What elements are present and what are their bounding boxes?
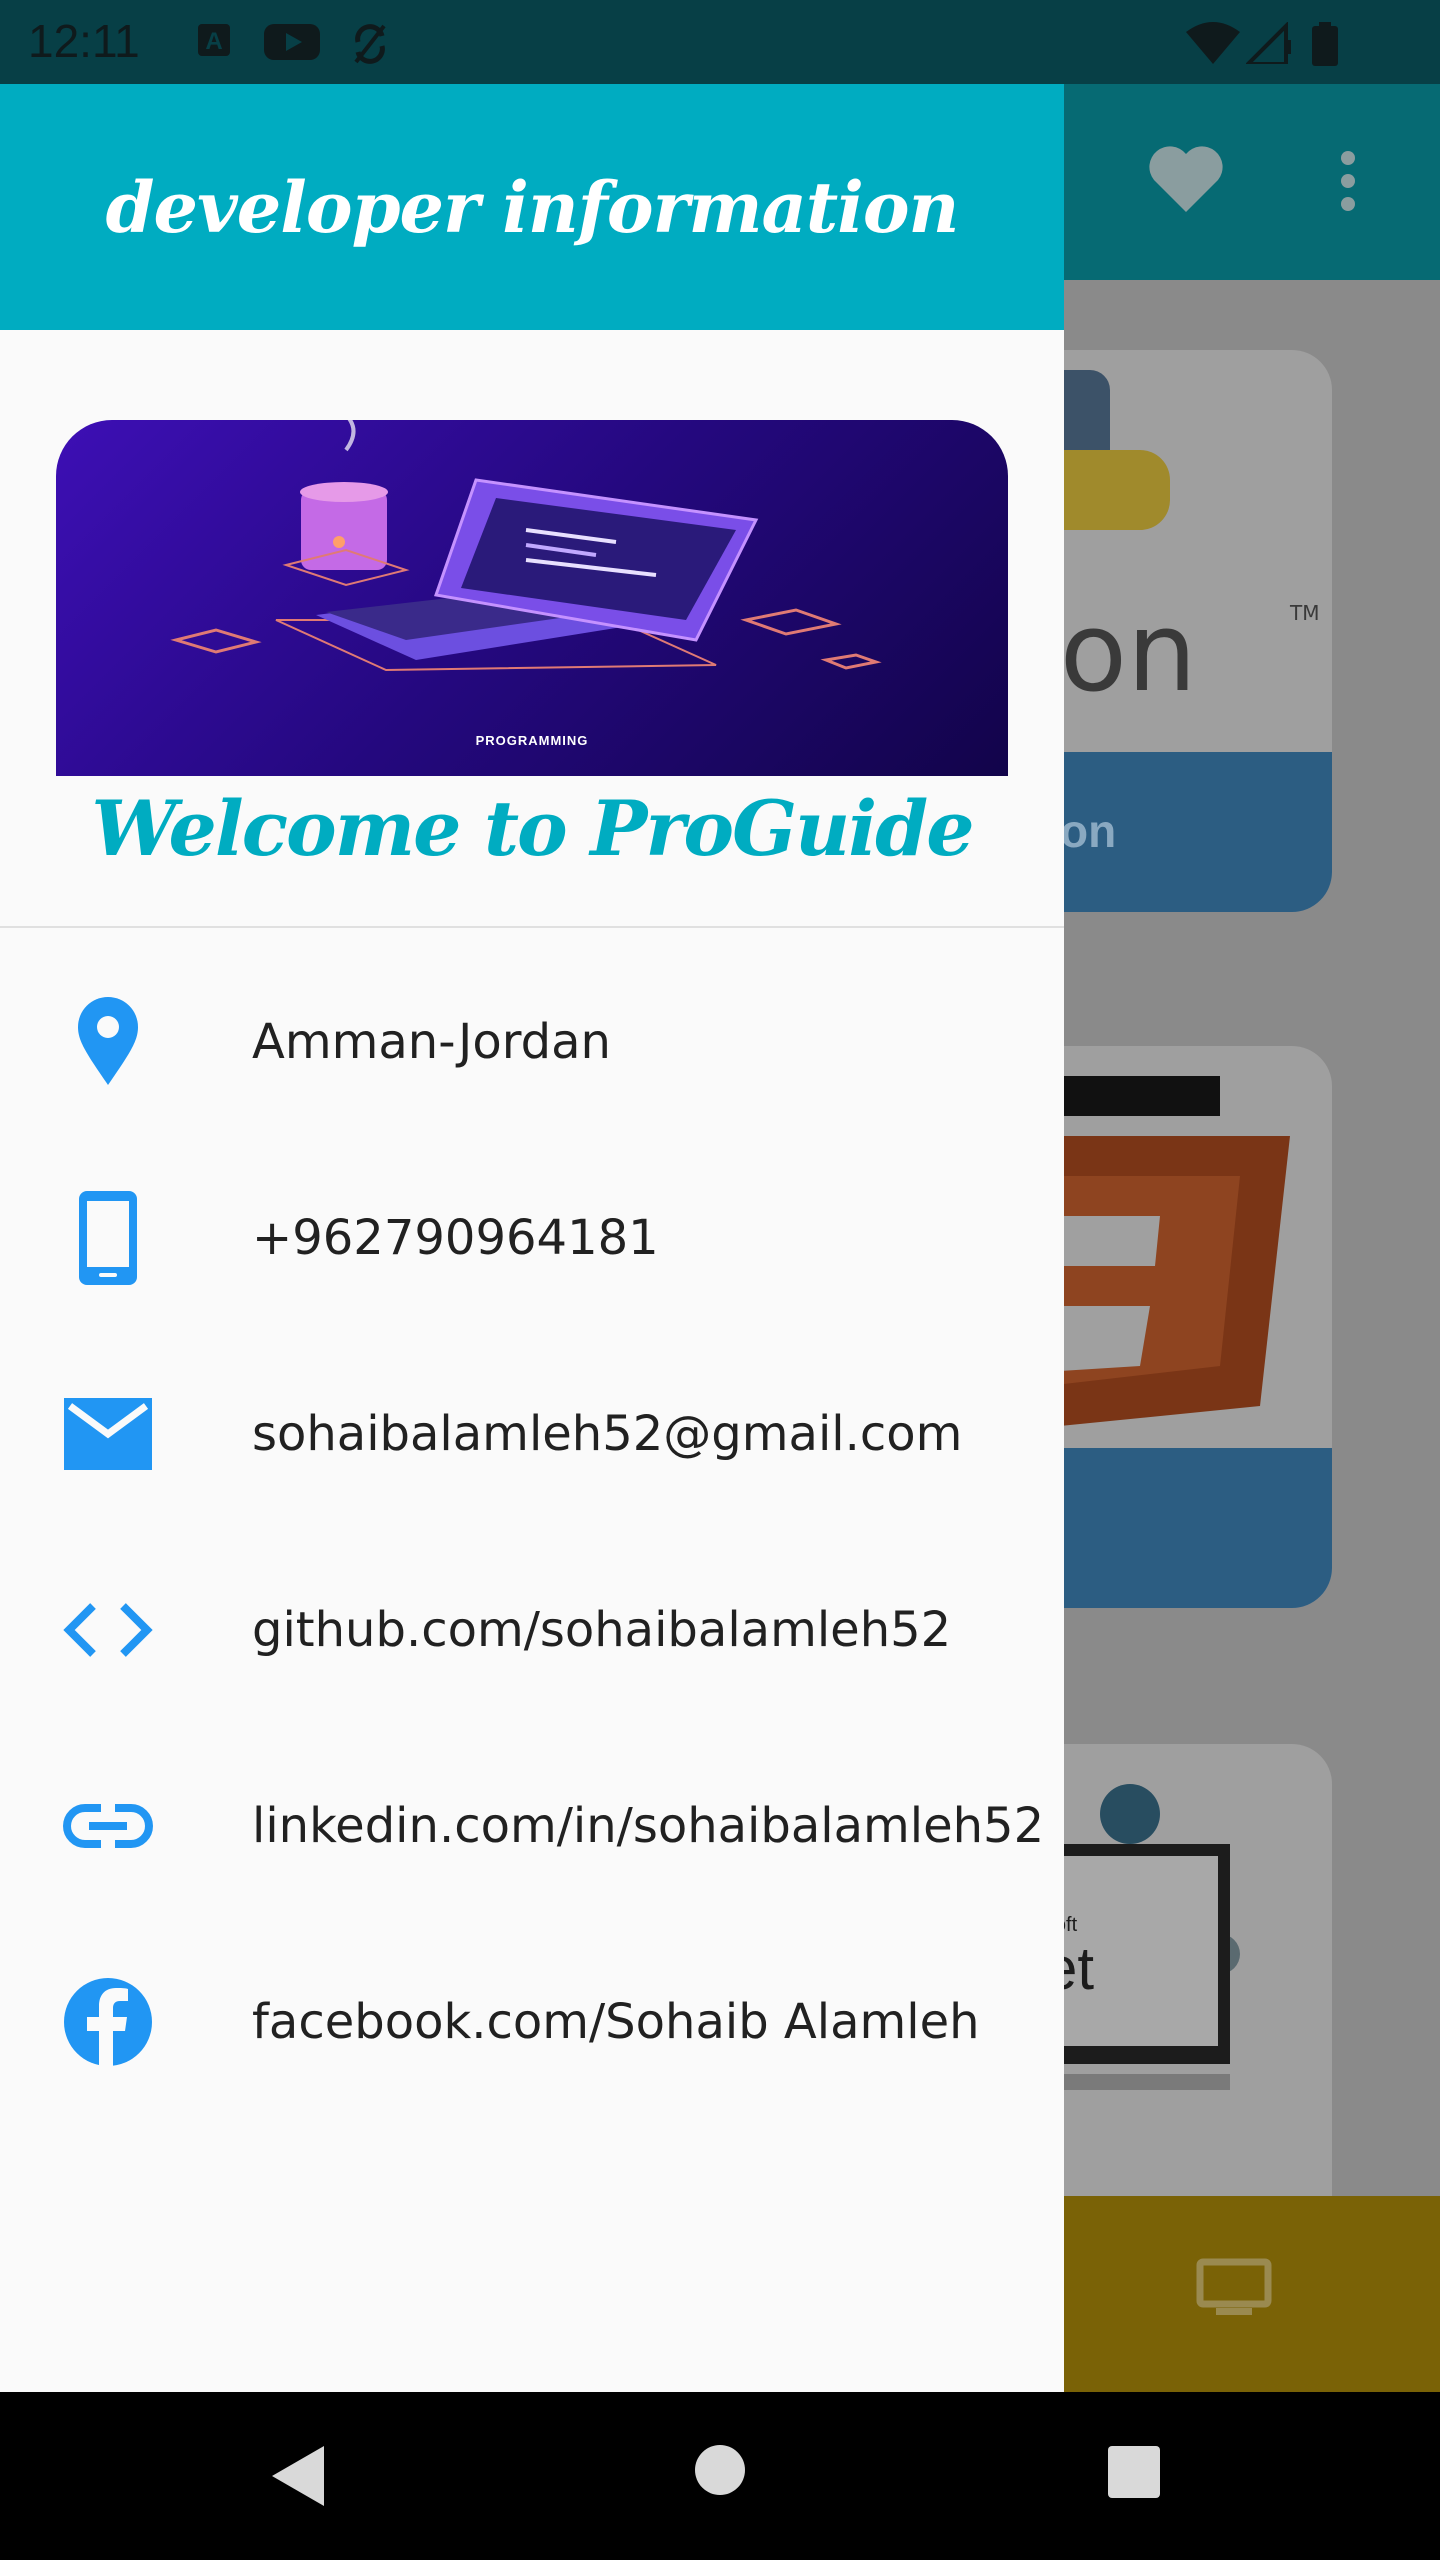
svg-text:TM: TM bbox=[1289, 601, 1319, 625]
location-pin-icon bbox=[60, 994, 156, 1090]
programming-banner-image: PROGRAMMING bbox=[56, 420, 1008, 776]
list-item-github[interactable]: github.com/sohaibalamleh52 bbox=[0, 1532, 1064, 1728]
home-icon[interactable] bbox=[694, 2444, 746, 2501]
drawer-header: developer information bbox=[0, 84, 1064, 330]
list-item-phone[interactable]: +962790964181 bbox=[0, 1140, 1064, 1336]
list-item-location[interactable]: Amman-Jordan bbox=[0, 944, 1064, 1140]
navigation-drawer: developer information PROGRAMMING Welcom… bbox=[0, 84, 1064, 2392]
list-item-facebook[interactable]: facebook.com/Sohaib Alamleh bbox=[0, 1924, 1064, 2120]
list-item-text: sohaibalamleh52@gmail.com bbox=[252, 1406, 963, 1462]
more-vert-icon[interactable] bbox=[1340, 150, 1356, 217]
link-icon bbox=[60, 1778, 156, 1874]
welcome-heading: Welcome to ProGuide bbox=[91, 784, 974, 873]
card-label: on bbox=[1060, 805, 1117, 857]
drawer-title: developer information bbox=[105, 165, 960, 249]
list-item-text: +962790964181 bbox=[252, 1210, 659, 1266]
code-icon bbox=[60, 1582, 156, 1678]
phone-icon bbox=[60, 1190, 156, 1286]
status-bar: 12:11 A bbox=[0, 0, 1440, 84]
a-notification-icon: A bbox=[196, 22, 232, 63]
list-item-text: Amman-Jordan bbox=[252, 1014, 611, 1070]
svg-text:A: A bbox=[205, 28, 222, 55]
laptop-illustration bbox=[170, 420, 882, 672]
list-item-text: linkedin.com/in/sohaibalamleh52 bbox=[252, 1798, 1045, 1854]
tv-icon[interactable] bbox=[1196, 2258, 1272, 2323]
sync-icon bbox=[350, 22, 390, 71]
list-item-linkedin[interactable]: linkedin.com/in/sohaibalamleh52 bbox=[0, 1728, 1064, 1924]
signal-icon bbox=[1243, 21, 1292, 69]
list-item-email[interactable]: sohaibalamleh52@gmail.com bbox=[0, 1336, 1064, 1532]
battery-icon bbox=[1310, 22, 1340, 71]
facebook-icon bbox=[60, 1974, 156, 2070]
back-icon[interactable] bbox=[270, 2444, 326, 2513]
list-item-text: facebook.com/Sohaib Alamleh bbox=[252, 1994, 980, 2050]
divider bbox=[0, 926, 1064, 928]
heart-icon[interactable] bbox=[1148, 144, 1224, 219]
youtube-icon bbox=[264, 22, 320, 67]
list-item-text: github.com/sohaibalamleh52 bbox=[252, 1602, 952, 1658]
wifi-icon bbox=[1186, 22, 1240, 69]
email-icon bbox=[60, 1386, 156, 1482]
system-navigation-bar bbox=[0, 2392, 1440, 2560]
recents-icon[interactable] bbox=[1108, 2446, 1160, 2503]
background-bottom-bar bbox=[1000, 2196, 1440, 2392]
banner-caption: PROGRAMMING bbox=[475, 733, 589, 748]
status-time: 12:11 bbox=[28, 15, 140, 67]
